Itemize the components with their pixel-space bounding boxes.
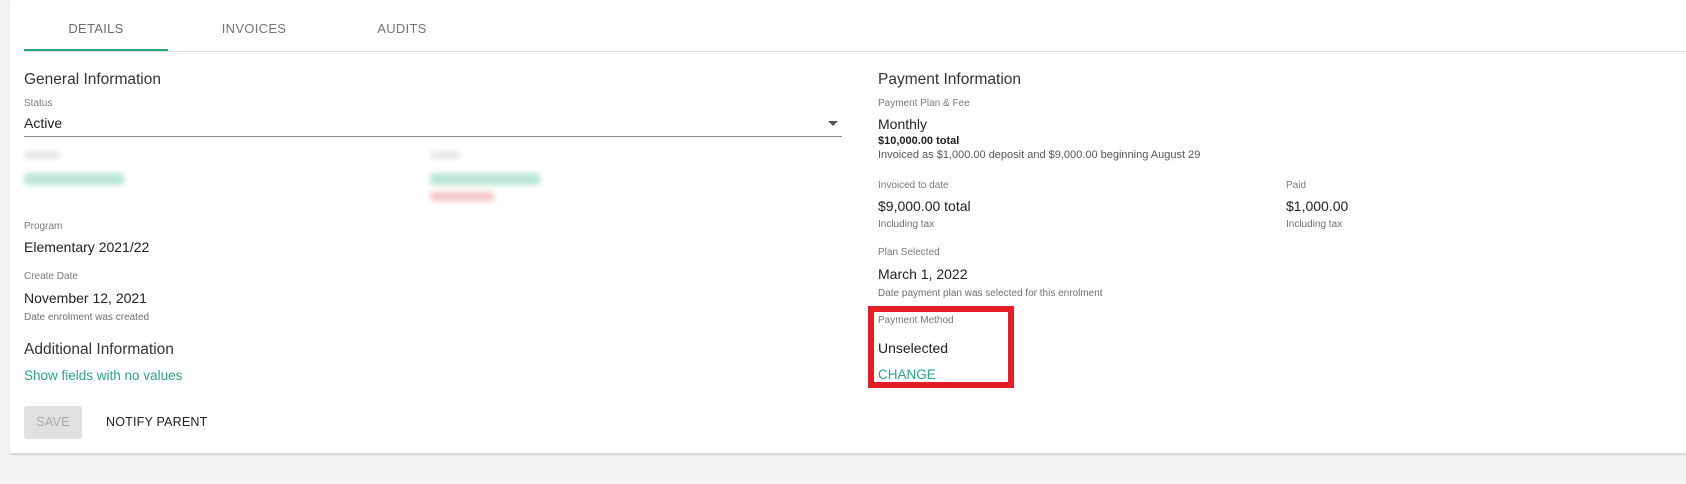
paid-value: $1,000.00	[1286, 198, 1349, 214]
plan-selected-hint: Date payment plan was selected for this …	[878, 288, 1103, 299]
invoiced-tax-hint: Including tax	[878, 219, 935, 230]
invoiced-to-date-label: Invoiced to date	[878, 180, 949, 191]
status-value: Active	[24, 115, 63, 131]
redacted-label-1	[24, 151, 60, 159]
save-button[interactable]: SAVE	[24, 406, 82, 439]
create-date-hint: Date enrolment was created	[24, 312, 150, 323]
redacted-value-3	[430, 192, 494, 201]
status-select[interactable]: Active	[24, 110, 842, 137]
paid-label: Paid	[1286, 180, 1307, 191]
plan-selected-label: Plan Selected	[878, 247, 940, 258]
tab-invoices[interactable]: INVOICES	[194, 0, 314, 51]
create-date-label: Create Date	[24, 271, 78, 282]
general-information-title: General Information	[24, 71, 161, 88]
invoiced-to-date-value: $9,000.00 total	[878, 198, 971, 214]
additional-information-title: Additional Information	[24, 341, 174, 358]
tab-audits[interactable]: AUDITS	[342, 0, 462, 51]
chevron-down-icon	[828, 121, 838, 126]
enrolment-card: DETAILS INVOICES AUDITS General Informat…	[10, 0, 1686, 454]
plan-selected-value: March 1, 2022	[878, 266, 968, 282]
highlight-annotation-box	[868, 306, 1014, 388]
create-date-value: November 12, 2021	[24, 290, 147, 306]
payment-plan-fee-label: Payment Plan & Fee	[878, 98, 970, 109]
payment-plan-total: $10,000.00 total	[878, 135, 960, 147]
redacted-value-1	[24, 173, 124, 185]
notify-parent-button[interactable]: NOTIFY PARENT	[106, 406, 207, 439]
program-label: Program	[24, 221, 63, 232]
redacted-label-2	[430, 151, 460, 159]
program-value: Elementary 2021/22	[24, 239, 150, 255]
tab-bar: DETAILS INVOICES AUDITS	[24, 0, 1686, 52]
payment-information-title: Payment Information	[878, 71, 1022, 88]
redacted-value-2	[430, 173, 540, 185]
payment-plan-value: Monthly	[878, 116, 928, 132]
tab-details[interactable]: DETAILS	[24, 0, 168, 51]
show-empty-fields-link[interactable]: Show fields with no values	[24, 368, 182, 383]
status-label: Status	[24, 98, 53, 109]
payment-plan-note: Invoiced as $1,000.00 deposit and $9,000…	[878, 149, 1201, 161]
paid-tax-hint: Including tax	[1286, 219, 1343, 230]
